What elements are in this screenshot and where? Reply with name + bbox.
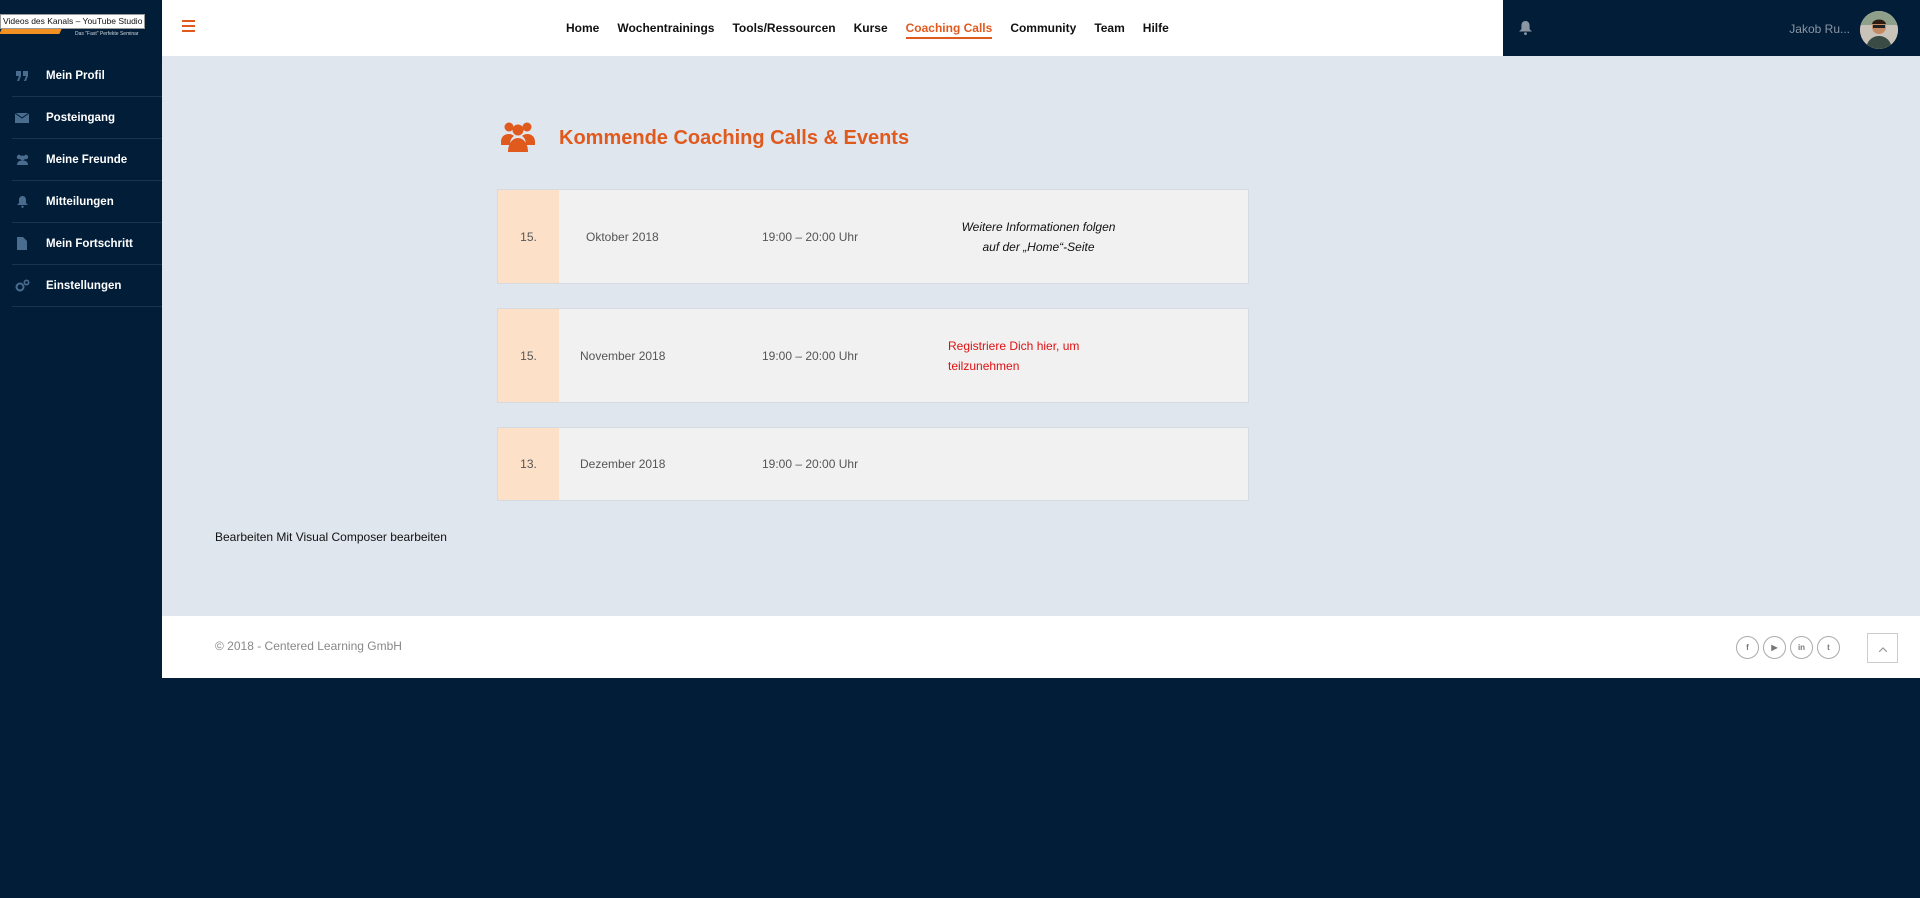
event-month: Oktober 2018 — [586, 229, 659, 244]
sidebar-nav: Mein Profil Posteingang Meine Freunde Mi… — [12, 55, 162, 307]
event-row: 15. November 2018 19:00 – 20:00 Uhr Regi… — [497, 308, 1249, 403]
sidebar-item-mitteilungen[interactable]: Mitteilungen — [12, 181, 162, 223]
register-link-line[interactable]: teilzunehmen — [948, 356, 1088, 376]
nav-home[interactable]: Home — [566, 21, 599, 35]
event-info-line: auf der „Home“-Seite — [982, 240, 1095, 254]
envelope-icon — [14, 111, 30, 125]
sidebar-item-posteingang[interactable]: Posteingang — [12, 97, 162, 139]
youtube-icon[interactable]: ▶ — [1763, 636, 1786, 659]
nav-coaching-calls[interactable]: Coaching Calls — [905, 21, 992, 39]
main-nav: Home Wochentrainings Tools/Ressourcen Ku… — [566, 0, 1187, 56]
sidebar-item-label: Einstellungen — [46, 279, 122, 292]
sidebar-item-einstellungen[interactable]: Einstellungen — [12, 265, 162, 307]
users-icon — [14, 153, 30, 167]
event-month: November 2018 — [580, 348, 666, 363]
nav-kurse[interactable]: Kurse — [854, 21, 888, 35]
edit-with-visual-composer-link[interactable]: Bearbeiten Mit Visual Composer bearbeite… — [215, 530, 447, 544]
event-time: 19:00 – 20:00 Uhr — [762, 457, 859, 471]
top-bar: Home Wochentrainings Tools/Ressourcen Ku… — [162, 0, 1503, 56]
nav-community[interactable]: Community — [1010, 21, 1076, 35]
nav-hilfe[interactable]: Hilfe — [1143, 21, 1169, 35]
user-name[interactable]: Jakob Ru... — [1789, 22, 1850, 36]
register-link-line[interactable]: Registriere Dich hier, um — [948, 336, 1088, 356]
sidebar-item-label: Meine Freunde — [46, 153, 128, 166]
gears-icon — [14, 279, 30, 293]
sidebar-item-mein-profil[interactable]: Mein Profil — [12, 55, 162, 97]
sidebar-item-mein-fortschritt[interactable]: Mein Fortschritt — [12, 223, 162, 265]
event-row: 13. Dezember 2018 19:00 – 20:00 Uhr — [497, 427, 1249, 501]
event-day: 15. — [498, 190, 559, 283]
logo-subtitle: Das "Fast" Perfekte Seminar — [75, 31, 139, 37]
hamburger-menu-icon[interactable] — [182, 20, 195, 32]
footer: © 2018 - Centered Learning GmbH f ▶ in t — [162, 616, 1920, 678]
nav-wochentrainings[interactable]: Wochentrainings — [617, 21, 714, 35]
event-row: 15. Oktober 2018 19:00 – 20:00 Uhr Weite… — [497, 189, 1249, 284]
linkedin-icon[interactable]: in — [1790, 636, 1813, 659]
bell-icon — [14, 195, 30, 209]
logo-tooltip: Videos des Kanals – YouTube Studio — [0, 14, 145, 29]
event-info-line: Weitere Informationen folgen — [961, 220, 1116, 234]
sidebar-item-meine-freunde[interactable]: Meine Freunde — [12, 139, 162, 181]
copyright: © 2018 - Centered Learning GmbH — [215, 639, 402, 653]
avatar[interactable] — [1860, 11, 1898, 49]
scroll-to-top-button[interactable] — [1867, 633, 1898, 663]
quote-icon — [14, 69, 30, 83]
nav-tools-ressourcen[interactable]: Tools/Ressourcen — [732, 21, 835, 35]
sidebar: Videos des Kanals – YouTube Studio Das "… — [0, 0, 162, 898]
event-time: 19:00 – 20:00 Uhr — [762, 229, 859, 244]
sidebar-item-label: Mein Fortschritt — [46, 237, 133, 250]
sidebar-item-label: Mein Profil — [46, 69, 105, 82]
facebook-icon[interactable]: f — [1736, 636, 1759, 659]
twitter-icon[interactable]: t — [1817, 636, 1840, 659]
event-day: 15. — [498, 309, 559, 402]
page-title: Kommende Coaching Calls & Events — [559, 127, 910, 149]
user-bar: Jakob Ru... — [1503, 0, 1920, 56]
users-group-icon — [501, 120, 535, 157]
document-icon — [14, 237, 30, 251]
chevron-up-icon — [1878, 639, 1887, 657]
event-time: 19:00 – 20:00 Uhr — [762, 348, 859, 363]
nav-team[interactable]: Team — [1094, 21, 1124, 35]
event-day: 13. — [498, 428, 559, 500]
event-info: Weitere Informationen folgen auf der „Ho… — [951, 217, 1126, 257]
register-link[interactable]: Registriere Dich hier, um teilzunehmen — [948, 336, 1088, 376]
social-links: f ▶ in t — [1736, 636, 1844, 659]
notification-bell-icon[interactable] — [1519, 21, 1532, 40]
logo[interactable]: Videos des Kanals – YouTube Studio Das "… — [0, 10, 148, 40]
sidebar-item-label: Posteingang — [46, 111, 116, 124]
section-heading: Kommende Coaching Calls & Events — [501, 120, 909, 157]
main-content: Kommende Coaching Calls & Events 15. Okt… — [162, 56, 1920, 616]
event-month: Dezember 2018 — [580, 457, 666, 471]
sidebar-item-label: Mitteilungen — [46, 195, 114, 208]
